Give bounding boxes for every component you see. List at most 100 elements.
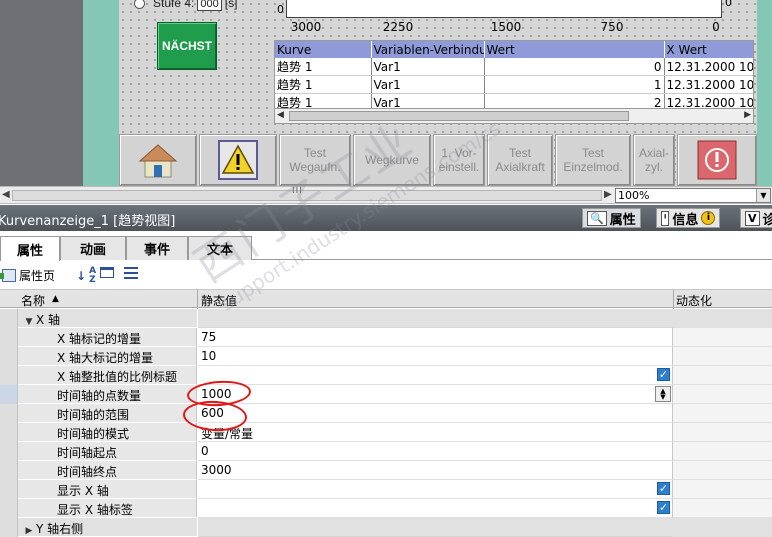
- checkbox-checked-icon[interactable]: ✓: [657, 501, 670, 514]
- tab-info[interactable]: ⁱ 信息 i: [656, 208, 721, 228]
- property-row[interactable]: 显示 X 轴 ✓: [0, 480, 772, 499]
- scroll-right-icon[interactable]: ▶: [744, 110, 751, 120]
- wegkurve-button[interactable]: Wegkurve: [353, 134, 431, 186]
- scroll-right-icon[interactable]: ▶: [604, 189, 612, 200]
- chevron-down-icon[interactable]: ▼: [756, 189, 770, 202]
- scrollbar-thumb[interactable]: [289, 111, 629, 121]
- checkbox-checked-icon[interactable]: ✓: [657, 482, 670, 495]
- tab-events[interactable]: 事件: [126, 236, 188, 260]
- scroll-track[interactable]: [12, 190, 602, 201]
- property-name: 显示 X 轴标签: [18, 499, 197, 518]
- property-grid: 名称 ▲ 静态值 动态化 ▼ X 轴 X 轴标记的增量 75 X 轴大标记的增量 …: [0, 289, 772, 537]
- test-axialkraft-button[interactable]: Test Axialkraft: [487, 134, 553, 186]
- col-variable[interactable]: Variablen-Verbindun: [371, 41, 485, 58]
- tab-diagnostics[interactable]: V 诊: [740, 208, 772, 228]
- property-row[interactable]: 时间轴的范围 600: [0, 404, 772, 423]
- property-row[interactable]: X 轴大标记的增量 10: [0, 347, 772, 366]
- tab-texts[interactable]: 文本: [188, 236, 252, 260]
- tab-animation[interactable]: 动画: [60, 236, 126, 260]
- property-row[interactable]: 时间轴起点 0: [0, 442, 772, 461]
- trend-view[interactable]: 0 0 3000 2250 1500 750 0 Kurve Variablen…: [270, 0, 756, 128]
- property-value[interactable]: 0: [198, 442, 673, 461]
- property-value[interactable]: 600: [198, 404, 673, 423]
- col-dynamic-header[interactable]: 动态化: [676, 292, 712, 309]
- property-toolbar: 属性页 ↓ A Z: [0, 261, 772, 289]
- y-axis-left-label: 0: [277, 3, 284, 16]
- cell: 趋势 1: [275, 58, 372, 76]
- hmi-canvas: Stufe 4: 000 [s] NÄCHST 0 0 3000 2250 1500…: [0, 0, 772, 186]
- group-label: X 轴: [36, 313, 61, 327]
- property-name: 时间轴终点: [18, 461, 197, 480]
- collapse-triangle-icon[interactable]: ▶: [22, 526, 36, 536]
- checkbox-checked-icon[interactable]: ✓: [657, 368, 670, 381]
- tab-properties-label: 属性: [609, 212, 636, 228]
- home-icon: [138, 144, 178, 178]
- sort-az-icon[interactable]: ↓ A Z: [76, 267, 96, 285]
- group-row-x-axis[interactable]: ▼ X 轴: [0, 309, 772, 328]
- property-value[interactable]: 10: [198, 347, 673, 366]
- stufe-label: Stufe 4:: [153, 0, 195, 10]
- next-button[interactable]: NÄCHST: [157, 22, 217, 70]
- diagnostics-icon: V: [745, 210, 760, 226]
- property-value[interactable]: 3000: [198, 461, 673, 480]
- table-scrollbar[interactable]: ◀ ▶: [274, 108, 754, 124]
- property-name: X 轴整批值的比例标题: [18, 366, 197, 385]
- warning-icon: [218, 140, 258, 180]
- cell: 趋势 1: [275, 75, 372, 94]
- property-grid-header: 名称 ▲ 静态值 动态化: [0, 289, 772, 309]
- group-row-y-axis-right[interactable]: ▶ Y 轴右侧: [0, 518, 772, 537]
- scroll-grip[interactable]: III: [292, 186, 303, 196]
- zoom-select[interactable]: 100% ▼: [615, 188, 771, 203]
- table-row[interactable]: 趋势 1 Var1 0 12.31.2000 10:: [275, 58, 753, 76]
- canvas-border-right: [757, 0, 772, 186]
- alarm-button[interactable]: [199, 134, 277, 186]
- property-page-icon: [0, 269, 16, 282]
- scroll-left-icon[interactable]: ◀: [2, 189, 10, 200]
- stufe-row: Stufe 4: 000 [s]: [134, 0, 237, 11]
- voreinstell-button[interactable]: 1. Vor- einstell.: [433, 134, 485, 186]
- property-row[interactable]: 显示 X 轴标签 ✓: [0, 499, 772, 518]
- property-name: X 轴大标记的增量: [18, 347, 197, 366]
- canvas-border-left: [83, 0, 119, 186]
- expand-triangle-icon[interactable]: ▼: [22, 317, 36, 327]
- property-row-selected[interactable]: 时间轴的点数量 1000 ▲ ▼: [0, 385, 772, 404]
- power-button[interactable]: [677, 134, 757, 186]
- inspector-subtabs: 属性 动画 事件 文本: [0, 232, 772, 261]
- list-view-icon[interactable]: [124, 267, 138, 279]
- property-name: 时间轴的点数量: [18, 385, 197, 404]
- hmi-button-bar: Test Wegaufn. Wegkurve 1. Vor- einstell.…: [119, 134, 757, 186]
- col-static-header[interactable]: 静态值: [201, 292, 237, 309]
- canvas-scrollbar[interactable]: ◀ III ▶ 100% ▼: [0, 186, 772, 204]
- spinner-icon[interactable]: ▲ ▼: [655, 386, 671, 402]
- test-einzelmod-button[interactable]: Test Einzelmod.: [555, 134, 631, 186]
- x-axis-ticks: 3000 2250 1500 750 0: [270, 20, 726, 36]
- group-label: Y 轴右侧: [36, 522, 84, 536]
- inspector-title: Kurvenanzeige_1 [趋势视图]: [0, 214, 176, 229]
- stufe-input[interactable]: 000: [197, 0, 222, 11]
- cell: 0: [484, 58, 665, 76]
- tab-properties[interactable]: 🔍 属性: [582, 208, 641, 228]
- stufe-radio[interactable]: [134, 0, 145, 10]
- property-name: 显示 X 轴: [18, 480, 197, 499]
- col-wert[interactable]: Wert: [484, 41, 665, 58]
- col-name-header[interactable]: 名称: [21, 292, 45, 309]
- test-wegaufn-button[interactable]: Test Wegaufn.: [279, 134, 351, 186]
- tab-properties-sub[interactable]: 属性: [0, 236, 60, 261]
- x-tick: 0: [712, 20, 720, 34]
- property-value[interactable]: 75: [198, 328, 673, 347]
- property-name: 时间轴的模式: [18, 423, 197, 442]
- property-row[interactable]: 时间轴终点 3000: [0, 461, 772, 480]
- property-row[interactable]: 时间轴的模式 变量/常量: [0, 423, 772, 442]
- col-kurve[interactable]: Kurve: [275, 41, 372, 58]
- property-value[interactable]: 变量/常量: [198, 423, 673, 442]
- folder-icon[interactable]: [100, 267, 114, 278]
- property-pages-button[interactable]: 属性页: [0, 267, 56, 284]
- property-row[interactable]: X 轴整批值的比例标题 ✓: [0, 366, 772, 385]
- col-x-wert[interactable]: X Wert: [664, 41, 753, 58]
- property-pages-label: 属性页: [19, 269, 56, 283]
- scroll-left-icon[interactable]: ◀: [277, 110, 284, 120]
- axialzyl-button[interactable]: Axial- zyl.: [633, 134, 675, 186]
- property-row[interactable]: X 轴标记的增量 75: [0, 328, 772, 347]
- table-row[interactable]: 趋势 1 Var1 1 12.31.2000 10:: [275, 75, 753, 94]
- home-button[interactable]: [119, 134, 197, 186]
